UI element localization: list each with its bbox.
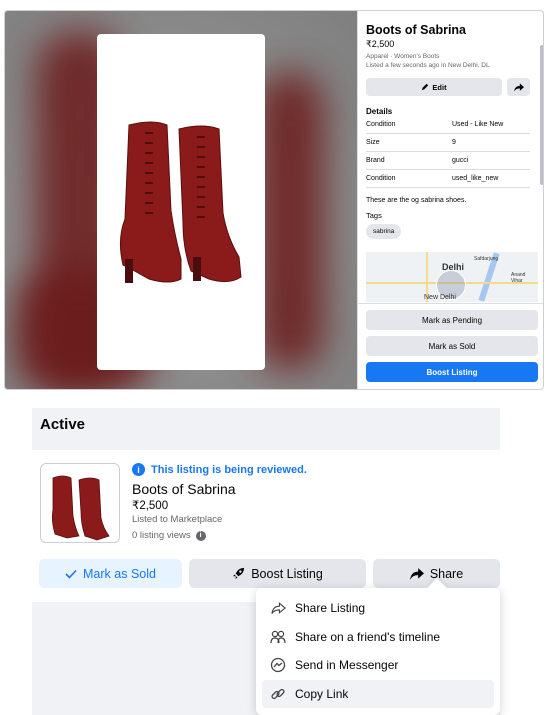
- photo-viewer: [5, 11, 357, 389]
- mark-as-sold-label: Mark as Sold: [83, 566, 156, 581]
- preview-actions: Edit: [366, 78, 530, 96]
- detail-key: Condition: [366, 121, 396, 128]
- boots-thumbnail-image: [51, 475, 110, 541]
- boost-listing-button[interactable]: Boost Listing: [189, 559, 366, 588]
- menu-item-share-listing[interactable]: Share Listing: [262, 594, 494, 623]
- section-title: Active: [40, 416, 86, 433]
- listing-price: ₹2,500: [132, 500, 169, 512]
- listing-thumbnail[interactable]: [40, 463, 120, 543]
- detail-row: Condition Used - Like New: [366, 116, 530, 134]
- messenger-icon: [270, 657, 286, 673]
- listing-preview-panel: Boots of Sabrina ₹2,500 Apparel · Women'…: [4, 10, 544, 390]
- detail-row: Size 9: [366, 134, 530, 152]
- map-area-label: New Delhi: [424, 294, 456, 301]
- map-area-label: Anand Vihar: [511, 272, 526, 284]
- active-section-header: Active: [32, 408, 500, 450]
- mark-as-sold-button[interactable]: Mark as Sold: [366, 336, 538, 356]
- blurred-background-right: [255, 71, 325, 371]
- menu-item-label: Share on a friend's timeline: [295, 629, 441, 644]
- listing-photo[interactable]: [97, 34, 265, 370]
- menu-item-label: Send in Messenger: [295, 658, 399, 673]
- detail-key: Size: [366, 139, 380, 146]
- detail-value: Used - Like New: [452, 121, 504, 128]
- link-icon: [270, 686, 286, 702]
- edit-button[interactable]: Edit: [366, 78, 502, 96]
- detail-key: Condition: [366, 175, 396, 182]
- listing-views: 0 listing views i: [132, 530, 206, 541]
- boots-image: [119, 121, 242, 283]
- details-scroll-area[interactable]: Boots of Sabrina ₹2,500 Apparel · Women'…: [358, 11, 538, 303]
- details-scrollbar[interactable]: [539, 25, 543, 295]
- detail-key: Brand: [366, 157, 385, 164]
- share-arrow-icon: [409, 567, 424, 580]
- location-map[interactable]: Delhi Safdarjung Anand Vihar New Delhi: [366, 252, 538, 302]
- listing-description: These are the og sabrina shoes.: [366, 197, 467, 204]
- preview-title: Boots of Sabrina: [366, 23, 467, 37]
- listing-details-sidebar: Boots of Sabrina ₹2,500 Apparel · Women'…: [357, 11, 543, 389]
- views-count: 0 listing views: [132, 530, 191, 541]
- detail-row: Brand gucci: [366, 152, 530, 170]
- listing-title[interactable]: Boots of Sabrina: [132, 481, 236, 497]
- info-icon[interactable]: i: [195, 530, 206, 541]
- scroll-thumb[interactable]: [540, 45, 543, 185]
- checkmark-icon: [65, 569, 77, 579]
- boost-listing-label: Boost Listing: [251, 566, 323, 581]
- preview-share-button[interactable]: [507, 78, 530, 96]
- detail-row: Condition used_like_new: [366, 170, 530, 188]
- edit-label: Edit: [432, 82, 447, 92]
- map-area-label: Safdarjung: [474, 256, 499, 262]
- listing-card: i This listing is being reviewed. Boots …: [32, 450, 500, 602]
- menu-item-share-timeline[interactable]: Share on a friend's timeline: [262, 623, 494, 652]
- review-notice-text: This listing is being reviewed.: [151, 463, 307, 476]
- listing-status: Listed to Marketplace: [132, 514, 223, 525]
- tag-chip[interactable]: sabrina: [366, 224, 402, 239]
- details-heading: Details: [366, 107, 393, 116]
- share-arrow-icon: [270, 600, 286, 616]
- mark-as-sold-button[interactable]: Mark as Sold: [39, 559, 182, 588]
- menu-item-label: Share Listing: [295, 601, 366, 616]
- detail-value: used_like_new: [452, 175, 499, 182]
- map-city-label: Delhi: [442, 262, 465, 272]
- preview-price: ₹2,500: [366, 39, 395, 49]
- boost-listing-button[interactable]: Boost Listing: [366, 362, 538, 382]
- review-notice: i This listing is being reviewed.: [132, 463, 307, 476]
- tags-heading: Tags: [366, 211, 382, 220]
- rocket-icon: [233, 567, 245, 580]
- menu-item-label: Copy Link: [295, 686, 349, 701]
- info-icon: i: [132, 463, 145, 476]
- detail-value: gucci: [452, 157, 469, 164]
- preview-category[interactable]: Apparel · Women's Boots: [366, 53, 530, 60]
- mark-as-pending-button[interactable]: Mark as Pending: [366, 310, 538, 330]
- menu-item-copy-link[interactable]: Copy Link: [262, 679, 494, 708]
- pencil-icon: [422, 83, 429, 91]
- menu-item-send-messenger[interactable]: Send in Messenger: [262, 651, 494, 680]
- detail-value: 9: [452, 139, 456, 146]
- share-menu: Share Listing Share on a friend's timeli…: [256, 578, 500, 715]
- friends-icon: [270, 629, 286, 645]
- preview-listed-info: Listed a few seconds ago in New Delhi, D…: [366, 62, 490, 69]
- share-arrow-icon: [513, 82, 524, 92]
- preview-action-buttons: Mark as Pending Mark as Sold Boost Listi…: [358, 303, 543, 389]
